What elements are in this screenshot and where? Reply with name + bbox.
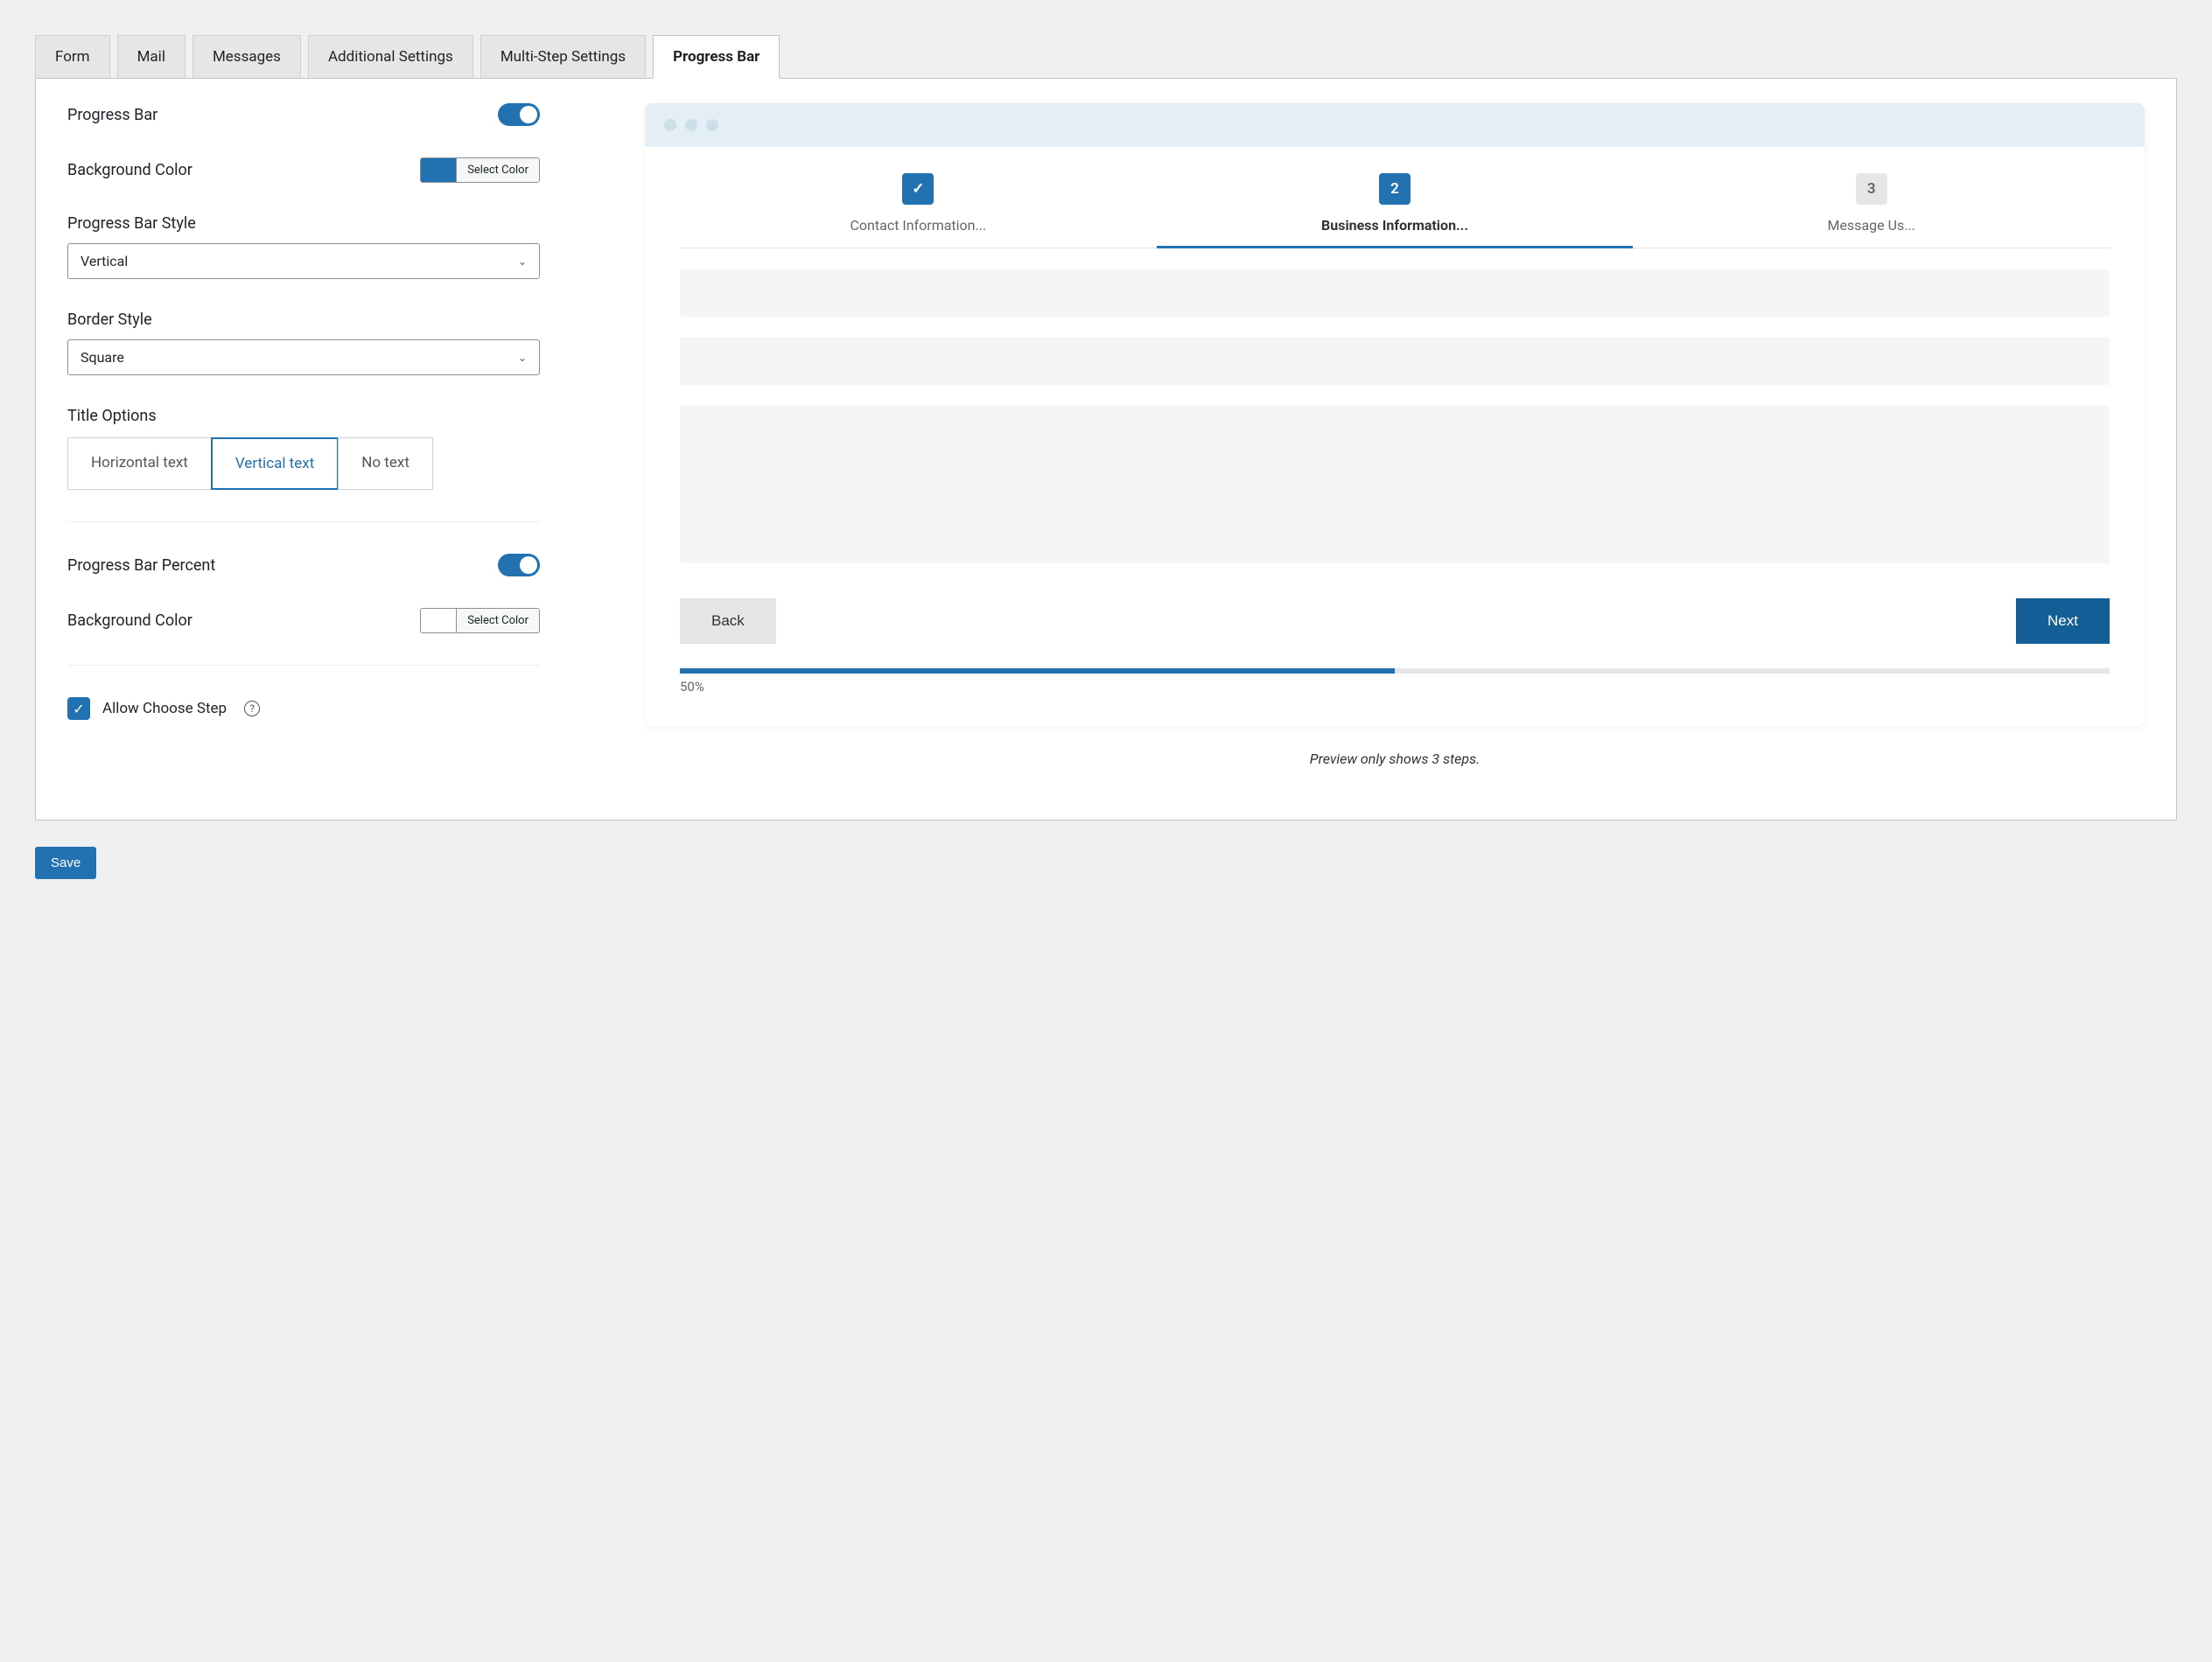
tab-mail[interactable]: Mail <box>117 35 186 79</box>
progress-percent-text: 50% <box>680 679 2110 695</box>
back-button[interactable]: Back <box>680 598 776 644</box>
tab-bar: Form Mail Messages Additional Settings M… <box>35 35 2177 79</box>
select-color2-button[interactable]: Select Color <box>456 609 539 632</box>
bg-color-swatch <box>421 158 456 182</box>
border-label: Border Style <box>67 311 540 329</box>
field-placeholder <box>680 269 2110 317</box>
title-options-label: Title Options <box>67 407 540 425</box>
settings-panel: Progress Bar Background Color Select Col… <box>35 78 2177 821</box>
bg-color2-swatch <box>421 609 456 632</box>
check-icon: ✓ <box>902 173 934 205</box>
title-option-none[interactable]: No text <box>338 437 433 490</box>
progress-bar-label: Progress Bar <box>67 106 158 124</box>
window-dot <box>664 119 676 131</box>
step-3[interactable]: 3 Message Us... <box>1633 173 2110 248</box>
percent-toggle[interactable] <box>498 554 540 576</box>
divider <box>67 521 540 522</box>
preview-column: ✓ Contact Information... 2 Business Info… <box>645 103 2145 767</box>
step-1[interactable]: ✓ Contact Information... <box>680 173 1157 248</box>
step-3-title: Message Us... <box>1633 217 2110 234</box>
field-placeholder <box>680 406 2110 563</box>
tab-messages[interactable]: Messages <box>192 35 301 79</box>
field-placeholder <box>680 338 2110 385</box>
next-button[interactable]: Next <box>2016 598 2110 644</box>
step-3-number: 3 <box>1856 173 1887 205</box>
style-select[interactable]: Vertical ⌄ <box>67 243 540 279</box>
title-option-horizontal[interactable]: Horizontal text <box>67 437 212 490</box>
settings-column: Progress Bar Background Color Select Col… <box>67 103 540 767</box>
bg-color-label: Background Color <box>67 161 192 179</box>
chevron-down-icon: ⌄ <box>518 352 527 364</box>
step-2-number: 2 <box>1379 173 1410 205</box>
stepper: ✓ Contact Information... 2 Business Info… <box>680 173 2110 248</box>
window-dot <box>706 119 718 131</box>
preview-box: ✓ Contact Information... 2 Business Info… <box>645 103 2145 726</box>
style-label: Progress Bar Style <box>67 214 540 233</box>
tab-form[interactable]: Form <box>35 35 110 79</box>
progress-fill <box>680 668 1395 674</box>
allow-choose-step-checkbox[interactable]: ✓ <box>67 697 90 720</box>
bg-color-picker[interactable]: Select Color <box>420 157 540 183</box>
tab-additional-settings[interactable]: Additional Settings <box>308 35 473 79</box>
style-select-value: Vertical <box>80 253 128 269</box>
percent-label: Progress Bar Percent <box>67 556 215 575</box>
progress-bar-toggle[interactable] <box>498 103 540 126</box>
divider <box>67 665 540 666</box>
help-icon[interactable]: ? <box>244 701 260 716</box>
border-select-value: Square <box>80 349 124 366</box>
progress-track <box>680 668 2110 674</box>
chevron-down-icon: ⌄ <box>518 255 527 268</box>
step-1-title: Contact Information... <box>680 217 1157 234</box>
select-color-button[interactable]: Select Color <box>456 158 539 182</box>
step-2[interactable]: 2 Business Information... <box>1157 173 1634 248</box>
bg-color2-picker[interactable]: Select Color <box>420 608 540 633</box>
window-dot <box>685 119 697 131</box>
preview-window-header <box>645 103 2145 147</box>
tab-multistep-settings[interactable]: Multi-Step Settings <box>480 35 646 79</box>
preview-note: Preview only shows 3 steps. <box>645 751 2145 767</box>
allow-choose-step-label: Allow Choose Step <box>102 700 227 717</box>
title-option-vertical[interactable]: Vertical text <box>211 437 339 490</box>
border-select[interactable]: Square ⌄ <box>67 339 540 375</box>
save-button[interactable]: Save <box>35 847 96 879</box>
step-2-title: Business Information... <box>1157 217 1634 234</box>
bg-color2-label: Background Color <box>67 611 192 630</box>
tab-progress-bar[interactable]: Progress Bar <box>653 35 780 79</box>
